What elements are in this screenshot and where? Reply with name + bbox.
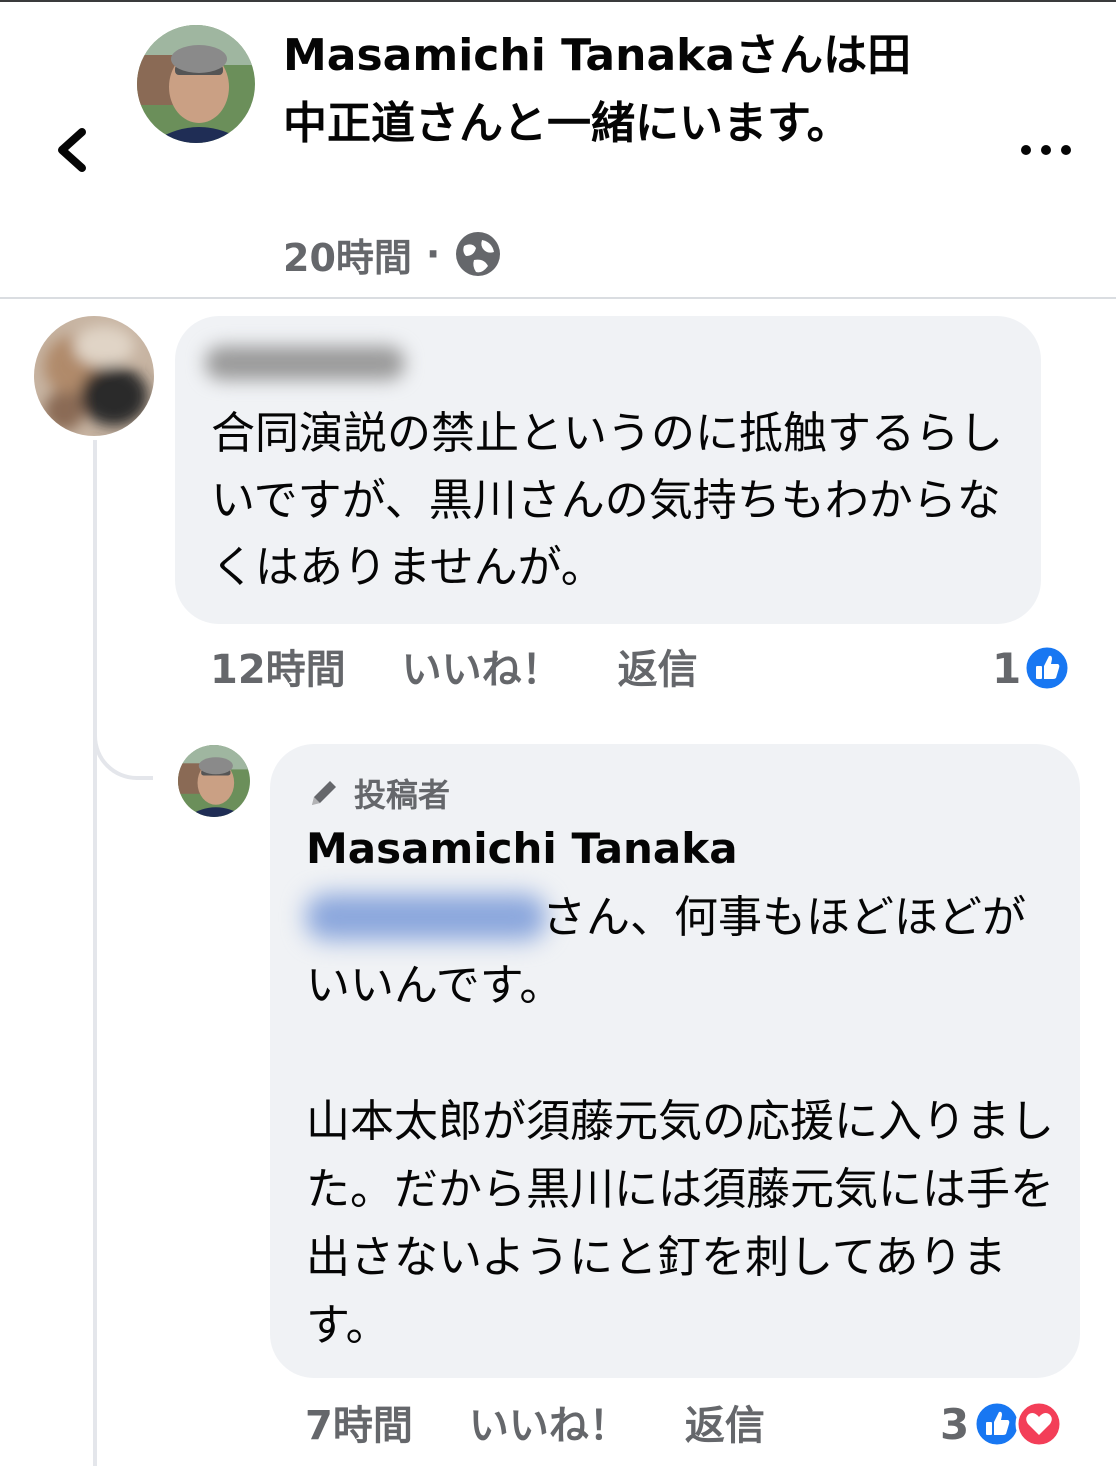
reply-text: さん、何事もほどほどがいいんです。 山本太郎が須藤元気の応援に入りました。だから… [306, 884, 1066, 1360]
more-options-icon[interactable] [1016, 128, 1076, 172]
thread-connector [93, 690, 153, 780]
thread-line [93, 440, 97, 1466]
love-reaction-icon [1015, 1400, 1063, 1448]
reply-author-name[interactable]: Masamichi Tanaka [306, 824, 738, 873]
comment-text: 合同演説の禁止というのに抵触するらしいですが、黒川さんの気持ちもわからなくはあり… [211, 408, 1003, 593]
post-meta: 20時間 · [283, 226, 502, 282]
author-badge: 投稿者 [306, 770, 450, 816]
header-divider [0, 297, 1116, 299]
reply-bubble: 投稿者 Masamichi Tanaka さん、何事もほどほどがいいんです。 山… [270, 744, 1080, 1378]
post-author-name[interactable]: Masamichi Tanaka [283, 30, 735, 81]
globe-icon [456, 232, 501, 276]
post-title: Masamichi Tanakaさんは田中正道さんと一緒にいます。 [283, 22, 943, 158]
reply-paragraph2: 山本太郎が須藤元気の応援に入りました。だから黒川には須藤元気には手を出さないよう… [306, 1096, 1054, 1351]
post-time[interactable]: 20時間 [283, 227, 412, 282]
author-avatar[interactable] [137, 25, 255, 143]
top-border [0, 0, 1116, 2]
reply-button[interactable]: 返信 [618, 637, 698, 695]
back-chevron-icon[interactable] [48, 118, 96, 182]
reaction-summary[interactable]: 3 [940, 1394, 1063, 1454]
commenter-avatar[interactable] [34, 316, 154, 436]
like-reaction-icon [1023, 644, 1071, 692]
like-button[interactable]: いいね！ [469, 1393, 629, 1451]
comment-time[interactable]: 12時間 [210, 637, 346, 695]
pencil-icon [312, 781, 336, 805]
reply-actions: 7時間 いいね！ 返信 [305, 1392, 821, 1452]
reply-button[interactable]: 返信 [685, 1393, 765, 1451]
reaction-count: 3 [940, 1399, 970, 1449]
reaction-summary[interactable]: 1 [992, 638, 1071, 698]
reaction-count: 1 [992, 643, 1022, 693]
comment-bubble: 合同演説の禁止というのに抵触するらしいですが、黒川さんの気持ちもわからなくはあり… [175, 316, 1041, 624]
like-reaction-icon [973, 1400, 1021, 1448]
author-reply-avatar[interactable] [178, 745, 250, 817]
meta-separator: · [425, 232, 441, 276]
like-button[interactable]: いいね！ [402, 637, 562, 695]
reply-time[interactable]: 7時間 [305, 1393, 413, 1451]
comment-actions: 12時間 いいね！ 返信 [210, 636, 754, 696]
author-badge-label: 投稿者 [354, 776, 451, 814]
commenter-name-blurred[interactable] [205, 346, 405, 380]
reply-line1: さん、何事もほどほどがいいんです。 [306, 892, 1026, 1011]
